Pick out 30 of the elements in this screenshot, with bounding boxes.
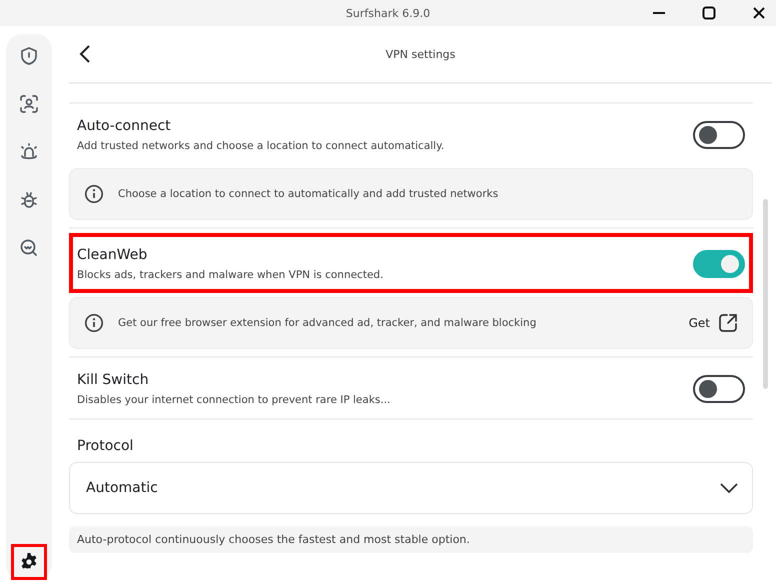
setting-title: Kill Switch xyxy=(77,372,150,388)
info-text: Choose a location to connect to automatically and add trusted networks xyxy=(118,188,500,200)
setting-title: Auto-connect xyxy=(77,118,172,134)
toggle-switch[interactable] xyxy=(693,375,745,403)
back-icon[interactable] xyxy=(79,45,91,63)
shield-icon[interactable] xyxy=(19,46,39,66)
info-icon xyxy=(84,184,104,204)
window-title: Surfshark 6.9.0 xyxy=(346,6,430,20)
info-icon xyxy=(84,313,104,333)
scrollbar[interactable] xyxy=(763,199,768,389)
external-link-icon xyxy=(718,313,738,333)
chevron-down-icon xyxy=(720,483,738,493)
alarm-light-icon[interactable] xyxy=(19,142,39,162)
setting-description: Disables your internet connection to prevent rare IP leaks... xyxy=(77,394,392,406)
get-link[interactable]: Get xyxy=(688,313,738,333)
maximize-icon[interactable] xyxy=(702,6,716,20)
protocol-dropdown[interactable]: Automatic xyxy=(69,462,753,514)
setting-description: Add trusted networks and choose a location to connect automatically. xyxy=(77,140,446,152)
hint-text: Auto-protocol continuously chooses the fastest and most stable option. xyxy=(69,526,753,553)
setting-description: Blocks ads, trackers and malware when VPN is connected. xyxy=(77,269,384,281)
face-scan-icon[interactable] xyxy=(19,94,39,114)
toggle-switch[interactable] xyxy=(693,250,745,278)
toggle-switch[interactable] xyxy=(693,121,745,149)
close-icon[interactable] xyxy=(752,6,766,20)
bug-icon[interactable] xyxy=(19,190,39,210)
page-title: VPN settings xyxy=(384,48,456,60)
setting-title: CleanWeb xyxy=(77,247,148,263)
magnifier-icon[interactable] xyxy=(19,238,39,258)
info-text: Get our free browser extension for advanced ad, tracker, and malware blocking xyxy=(118,317,538,329)
section-heading: Protocol xyxy=(77,438,134,454)
